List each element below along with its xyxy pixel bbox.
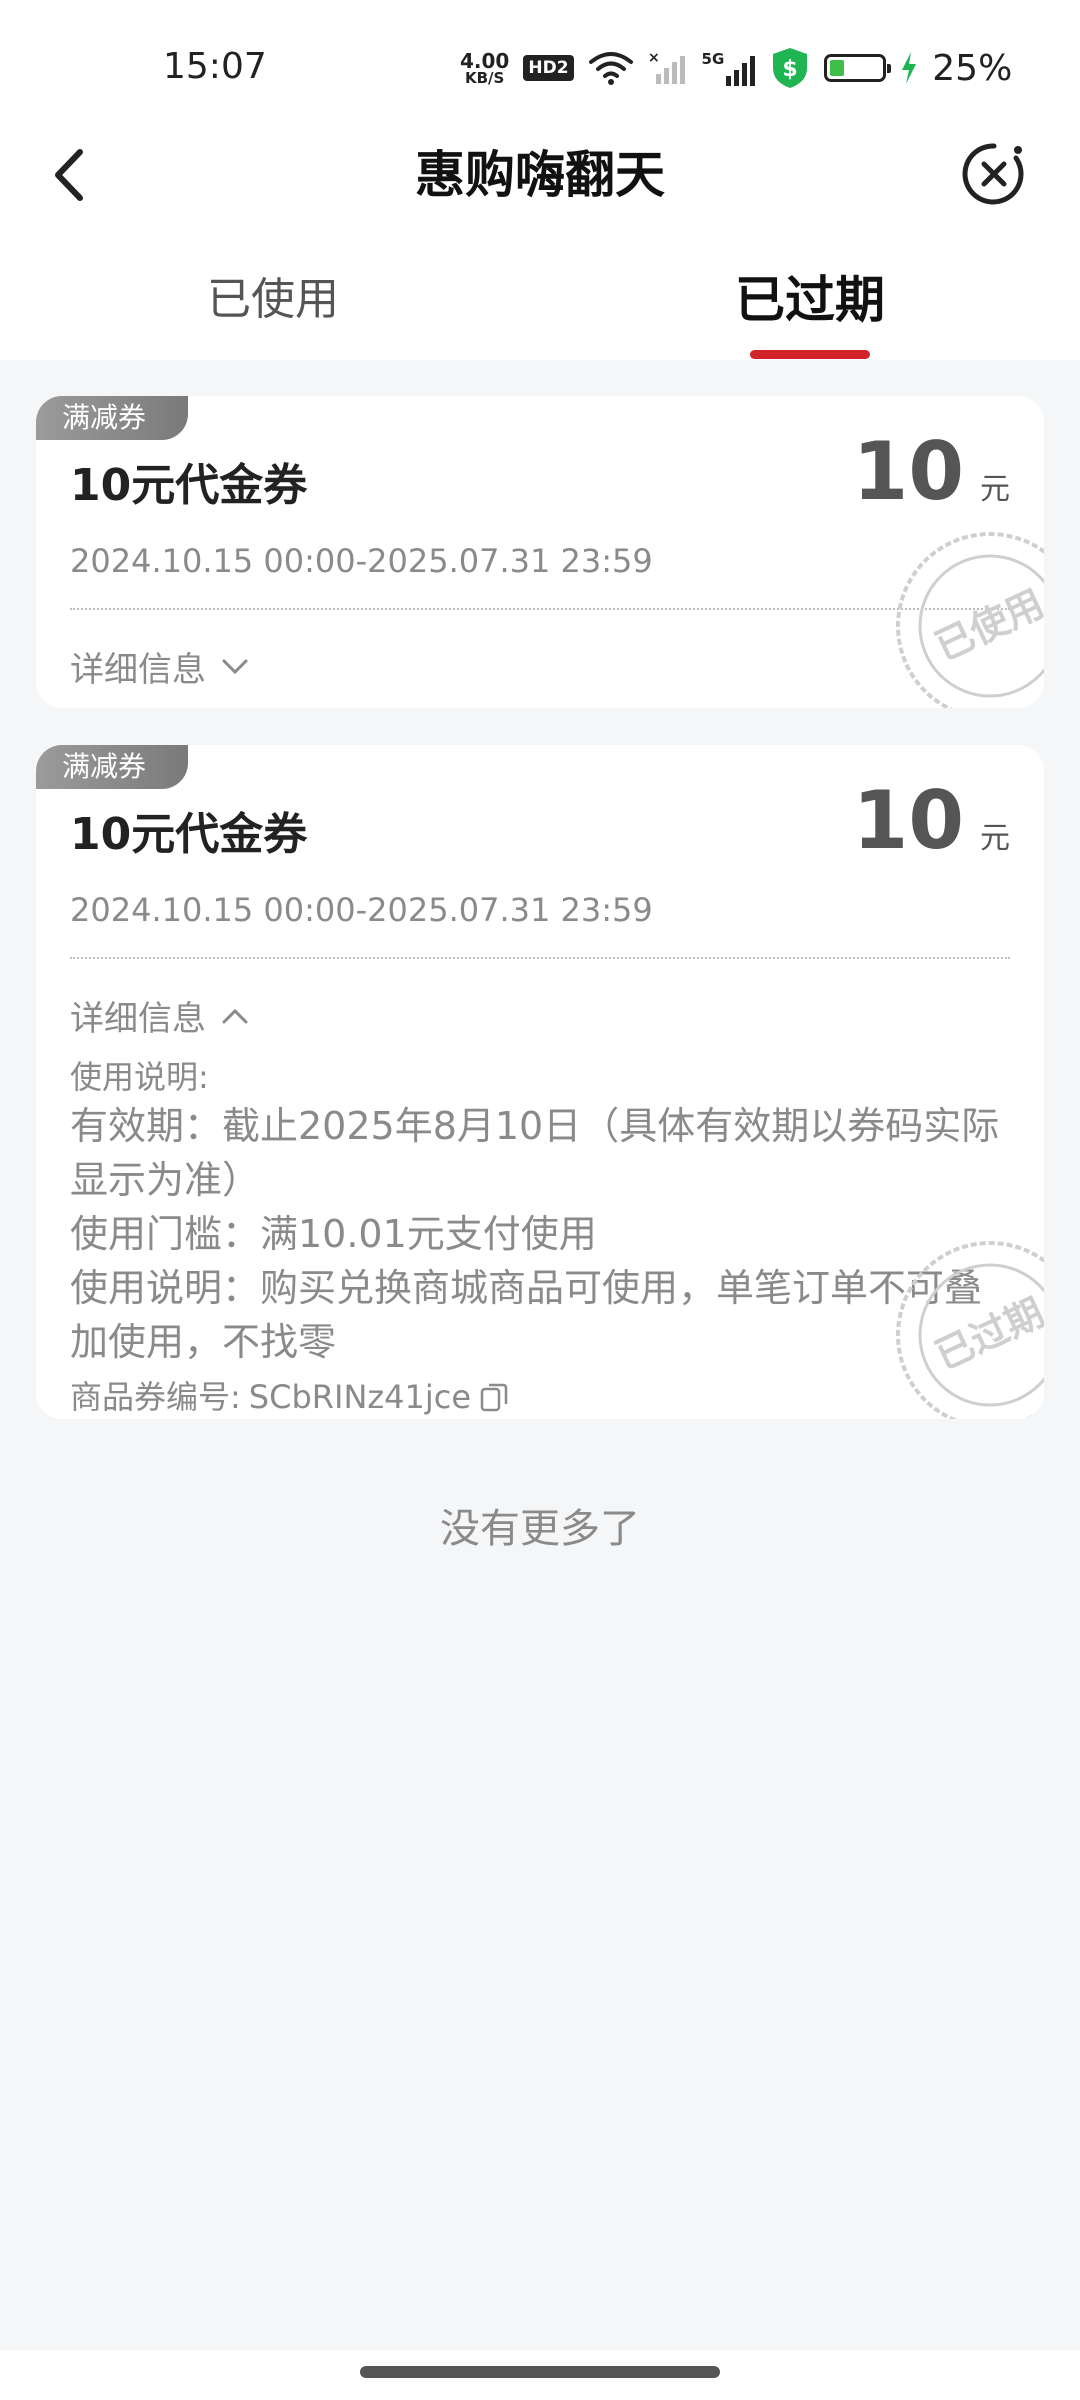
close-circle-icon[interactable] — [958, 138, 1030, 210]
hd-badge: HD2 — [523, 55, 574, 81]
net-speed: 4.00 KB/S — [460, 51, 509, 86]
rule-threshold: 使用门槛：满10.01元支付使用 — [70, 1212, 597, 1256]
usage-header: 使用说明: — [70, 1058, 209, 1096]
detail-toggle[interactable]: 详细信息 — [70, 991, 250, 1040]
status-bar: 15:07 4.00 KB/S HD2 × 5G $ 25% — [0, 0, 1080, 120]
coupon-code-row: 商品券编号: SCbRINz41jce — [70, 1369, 1004, 1419]
code-value: SCbRINz41jce — [248, 1378, 472, 1416]
battery-icon — [824, 54, 892, 82]
detail-toggle[interactable]: 详细信息 — [70, 642, 250, 691]
5g-signal-icon: 5G — [702, 50, 757, 86]
battery-percent: 25% — [932, 47, 1013, 89]
shield-dollar-icon: $ — [773, 48, 808, 88]
coupon-name: 10元代金券 — [70, 809, 308, 860]
rule-validity: 有效期：截止2025年8月10日（具体有效期以券码实际显示为准） — [70, 1104, 1000, 1202]
end-of-list-text: 没有更多了 — [440, 1506, 640, 1552]
chevron-down-icon — [222, 659, 248, 674]
tab-expired[interactable]: 已过期 — [735, 270, 885, 330]
coupon-type-tag: 满减券 — [36, 745, 188, 789]
coupon-card: 满减券 10元代金券 10 元 2024.10.15 00:00-2025.07… — [36, 745, 1044, 1419]
home-indicator[interactable] — [360, 2366, 720, 2378]
net-speed-value: 4.00 — [460, 48, 510, 73]
used-stamp: 已使用 — [896, 532, 1044, 708]
nav-bar: 惠购嗨翻天 — [0, 120, 1080, 230]
coupon-card: 满减券 10元代金券 10 元 2024.10.15 00:00-2025.07… — [36, 396, 1044, 708]
code-label: 商品券编号: — [70, 1378, 241, 1416]
chevron-up-icon — [222, 1008, 248, 1023]
stamp-text: 已使用 — [929, 581, 1044, 669]
status-time: 15:07 — [163, 46, 267, 87]
rule-usage: 使用说明：购买兑换商城商品可使用，单笔订单不可叠加使用，不找零 — [70, 1266, 983, 1364]
tab-used[interactable]: 已使用 — [207, 270, 339, 330]
5g-label: 5G — [701, 50, 725, 68]
tab-bar: 已使用 已过期 — [0, 230, 1080, 360]
copy-icon[interactable] — [479, 1381, 509, 1413]
charging-icon — [902, 52, 917, 84]
validity-period: 2024.10.15 00:00-2025.07.31 23:59 — [70, 542, 653, 580]
coupon-name: 10元代金券 — [70, 460, 308, 511]
status-icons: 4.00 KB/S HD2 × 5G $ 25% — [460, 44, 1012, 92]
net-speed-unit: KB/S — [465, 68, 505, 87]
detail-toggle-label: 详细信息 — [70, 999, 206, 1039]
stamp-text: 已过期 — [929, 1290, 1044, 1378]
svg-text:×: × — [648, 50, 660, 66]
dotted-divider — [70, 957, 1010, 959]
coupon-details: 使用说明: 有效期：截止2025年8月10日（具体有效期以券码实际显示为准） 使… — [70, 1055, 1004, 1419]
svg-text:$: $ — [783, 57, 798, 82]
amount-value: 10 — [852, 774, 964, 867]
amount-unit: 元 — [980, 472, 1010, 507]
expired-stamp: 已过期 — [896, 1241, 1044, 1419]
detail-toggle-label: 详细信息 — [70, 650, 206, 690]
amount-unit: 元 — [980, 821, 1010, 856]
coupon-amount: 10 元 — [853, 781, 1010, 861]
dotted-divider — [70, 608, 1010, 610]
page-title: 惠购嗨翻天 — [415, 146, 665, 204]
amount-value: 10 — [852, 425, 964, 518]
active-tab-indicator — [750, 350, 870, 359]
coupon-amount: 10 元 — [853, 432, 1010, 512]
no-signal-icon: × — [648, 50, 685, 84]
wifi-icon — [588, 52, 633, 85]
validity-period: 2024.10.15 00:00-2025.07.31 23:59 — [70, 891, 653, 929]
coupon-type-tag: 满减券 — [36, 396, 188, 440]
